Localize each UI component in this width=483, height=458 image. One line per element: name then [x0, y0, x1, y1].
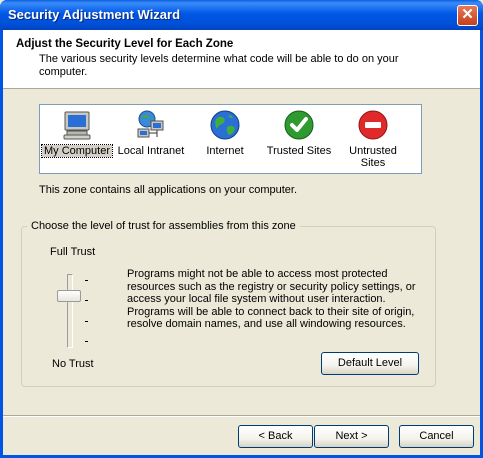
zone-label: Local Intranet — [117, 145, 185, 157]
back-label: < Back — [258, 430, 293, 442]
trust-level-description: Programs might not be able to access mos… — [127, 268, 416, 330]
network-icon — [137, 110, 164, 138]
slider-tick — [85, 321, 88, 322]
dialog-body: Adjust the Security Level for Each Zone … — [3, 30, 480, 455]
zone-description: This zone contains all applications on y… — [39, 184, 298, 196]
slider-tick — [85, 280, 88, 281]
footer-separator — [3, 415, 480, 417]
title-bar[interactable]: Security Adjustment Wizard ✕ — [0, 0, 483, 30]
zone-label: Trusted Sites — [266, 145, 332, 157]
trust-slider-track[interactable] — [67, 274, 73, 348]
zone-label: My Computer — [40, 144, 114, 158]
window-title: Security Adjustment Wizard — [8, 7, 181, 22]
zone-my-computer[interactable]: My Computer — [40, 107, 114, 171]
computer-icon — [63, 111, 91, 140]
default-level-label: Default Level — [337, 357, 403, 369]
back-button[interactable]: < Back — [238, 425, 313, 448]
cancel-label: Cancel — [419, 430, 454, 442]
zone-internet[interactable]: Internet — [188, 107, 262, 171]
slider-tick — [85, 300, 88, 301]
full-trust-label: Full Trust — [50, 246, 96, 258]
cancel-button[interactable]: Cancel — [399, 425, 474, 448]
header-description: The various security levels determine wh… — [39, 53, 399, 78]
next-label: Next > — [335, 430, 368, 442]
zone-list: My Computer Local Intranet Internet Trus… — [39, 104, 422, 174]
slider-tick — [85, 341, 88, 342]
close-button[interactable]: ✕ — [457, 5, 478, 26]
wizard-window: Security Adjustment Wizard ✕ Adjust the … — [0, 0, 483, 458]
default-level-button[interactable]: Default Level — [321, 352, 419, 375]
header-title: Adjust the Security Level for Each Zone — [16, 38, 234, 50]
trust-group-legend: Choose the level of trust for assemblies… — [27, 220, 300, 232]
globe-icon — [210, 110, 240, 140]
zone-local-intranet[interactable]: Local Intranet — [114, 107, 188, 171]
zone-label: Internet — [206, 145, 244, 157]
wizard-header: Adjust the Security Level for Each Zone … — [3, 30, 480, 89]
trust-slider-thumb[interactable] — [57, 290, 81, 302]
zone-untrusted-sites[interactable]: Untrusted Sites — [336, 107, 410, 171]
no-entry-icon — [358, 110, 388, 140]
close-icon: ✕ — [461, 6, 474, 23]
zone-trusted-sites[interactable]: Trusted Sites — [262, 107, 336, 171]
zone-label: Untrusted Sites — [349, 145, 397, 169]
no-trust-label: No Trust — [52, 358, 94, 370]
checkmark-icon — [284, 110, 314, 140]
next-button[interactable]: Next > — [314, 425, 389, 448]
